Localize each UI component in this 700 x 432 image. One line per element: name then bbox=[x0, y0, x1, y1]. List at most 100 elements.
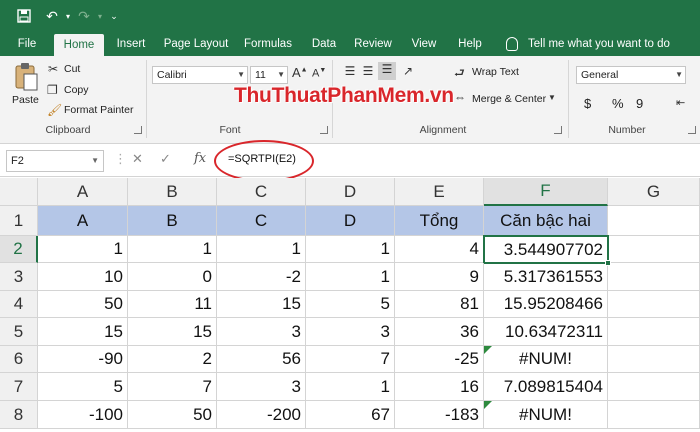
table-cell[interactable]: 0 bbox=[128, 263, 217, 291]
table-cell[interactable]: -25 bbox=[395, 346, 484, 373]
more-options-icon[interactable]: ⋮ bbox=[114, 151, 127, 167]
tab-formulas[interactable]: Formulas bbox=[240, 32, 296, 56]
column-header[interactable]: E bbox=[395, 178, 484, 206]
row-header[interactable]: 4 bbox=[0, 291, 38, 318]
table-cell[interactable]: 56 bbox=[217, 346, 306, 373]
tab-data[interactable]: Data bbox=[306, 32, 342, 56]
table-cell[interactable]: -100 bbox=[38, 401, 128, 429]
save-icon[interactable] bbox=[14, 6, 34, 26]
column-header[interactable]: B bbox=[128, 178, 217, 206]
clipboard-launcher-icon[interactable] bbox=[134, 126, 142, 134]
row-header[interactable]: 8 bbox=[0, 401, 38, 429]
table-cell[interactable]: 11 bbox=[128, 291, 217, 318]
fill-handle[interactable] bbox=[605, 260, 611, 266]
empty-cell[interactable] bbox=[608, 206, 700, 236]
table-cell[interactable]: -200 bbox=[217, 401, 306, 429]
font-launcher-icon[interactable] bbox=[320, 126, 328, 134]
table-cell[interactable]: 7.089815404 bbox=[484, 373, 608, 401]
table-cell[interactable]: 81 bbox=[395, 291, 484, 318]
row-header[interactable]: 1 bbox=[0, 206, 38, 236]
table-header-cell[interactable]: Tổng bbox=[395, 206, 484, 236]
table-cell[interactable]: 5 bbox=[306, 291, 395, 318]
table-cell[interactable]: 1 bbox=[128, 236, 217, 263]
empty-cell[interactable] bbox=[608, 318, 700, 346]
align-top-icon[interactable]: ☰ bbox=[342, 64, 358, 78]
merge-center-button[interactable]: Merge & Center bbox=[472, 93, 546, 105]
currency-button[interactable]: $ bbox=[584, 96, 591, 111]
table-cell[interactable]: 15 bbox=[217, 291, 306, 318]
comma-style-button[interactable]: 9 bbox=[636, 96, 643, 111]
align-middle-icon[interactable]: ☰ bbox=[360, 64, 376, 78]
name-box[interactable]: F2 ▼ bbox=[6, 150, 104, 172]
table-cell[interactable]: 1 bbox=[306, 263, 395, 291]
table-cell[interactable]: 3 bbox=[217, 318, 306, 346]
font-size-select[interactable]: 11 ▼ bbox=[250, 66, 288, 84]
increase-decimal-icon[interactable]: ⇤ bbox=[676, 96, 685, 109]
cut-button[interactable]: Cut bbox=[64, 63, 80, 75]
table-cell[interactable]: 36 bbox=[395, 318, 484, 346]
merge-dropdown-icon[interactable]: ▼ bbox=[548, 93, 556, 102]
cancel-icon[interactable]: ✕ bbox=[132, 151, 143, 167]
increase-font-icon[interactable]: A▲ bbox=[292, 65, 308, 80]
table-cell[interactable]: 50 bbox=[38, 291, 128, 318]
table-cell[interactable]: 4 bbox=[395, 236, 484, 263]
error-cell[interactable]: #NUM! bbox=[484, 346, 608, 373]
tab-help[interactable]: Help bbox=[452, 32, 488, 56]
empty-cell[interactable] bbox=[608, 346, 700, 373]
table-cell[interactable]: 10 bbox=[38, 263, 128, 291]
table-header-cell[interactable]: A bbox=[38, 206, 128, 236]
customize-toolbar-icon[interactable]: ⌄ bbox=[104, 6, 124, 26]
error-indicator-icon[interactable] bbox=[484, 401, 492, 409]
paste-icon[interactable] bbox=[12, 62, 40, 92]
column-header[interactable]: F bbox=[484, 178, 608, 206]
empty-cell[interactable] bbox=[608, 263, 700, 291]
column-header[interactable]: A bbox=[38, 178, 128, 206]
row-header[interactable]: 7 bbox=[0, 373, 38, 401]
tell-me-search[interactable]: Tell me what you want to do bbox=[506, 32, 670, 56]
percent-button[interactable]: % bbox=[612, 96, 624, 111]
table-cell[interactable]: 2 bbox=[128, 346, 217, 373]
table-cell[interactable]: 1 bbox=[38, 236, 128, 263]
table-cell[interactable]: 1 bbox=[217, 236, 306, 263]
row-header[interactable]: 3 bbox=[0, 263, 38, 291]
wrap-text-button[interactable]: Wrap Text bbox=[472, 66, 519, 78]
table-cell[interactable]: 15.95208466 bbox=[484, 291, 608, 318]
row-header[interactable]: 6 bbox=[0, 346, 38, 373]
table-cell[interactable]: 1 bbox=[306, 373, 395, 401]
empty-cell[interactable] bbox=[608, 291, 700, 318]
table-header-cell[interactable]: D bbox=[306, 206, 395, 236]
column-header[interactable]: C bbox=[217, 178, 306, 206]
table-cell[interactable]: 15 bbox=[38, 318, 128, 346]
table-cell[interactable]: 1 bbox=[306, 236, 395, 263]
active-cell-f2[interactable]: 3.544907702 bbox=[483, 235, 609, 264]
alignment-launcher-icon[interactable] bbox=[554, 126, 562, 134]
format-painter-button[interactable]: Format Painter bbox=[64, 104, 133, 116]
table-header-cell[interactable]: B bbox=[128, 206, 217, 236]
worksheet-grid[interactable]: A B C D E F G 1 2 3 4 5 6 7 8 A B C D Tổ… bbox=[0, 178, 700, 432]
table-cell[interactable]: -183 bbox=[395, 401, 484, 429]
table-cell[interactable]: 5.317361553 bbox=[484, 263, 608, 291]
table-cell[interactable]: 7 bbox=[128, 373, 217, 401]
column-header[interactable]: D bbox=[306, 178, 395, 206]
table-cell[interactable]: 16 bbox=[395, 373, 484, 401]
empty-cell[interactable] bbox=[609, 236, 700, 263]
table-cell[interactable]: -2 bbox=[217, 263, 306, 291]
tab-insert[interactable]: Insert bbox=[110, 32, 152, 56]
column-header[interactable]: G bbox=[608, 178, 700, 206]
table-cell[interactable]: 5 bbox=[38, 373, 128, 401]
row-header[interactable]: 5 bbox=[0, 318, 38, 346]
table-cell[interactable]: 15 bbox=[128, 318, 217, 346]
empty-cell[interactable] bbox=[608, 401, 700, 429]
table-cell[interactable]: 3 bbox=[217, 373, 306, 401]
error-indicator-icon[interactable] bbox=[484, 346, 492, 354]
table-cell[interactable]: 9 bbox=[395, 263, 484, 291]
table-header-cell[interactable]: Căn bậc hai bbox=[484, 206, 608, 236]
enter-check-icon[interactable]: ✓ bbox=[160, 151, 171, 167]
table-cell[interactable]: -90 bbox=[38, 346, 128, 373]
align-bottom-icon[interactable]: ☰ bbox=[378, 62, 396, 80]
error-cell[interactable]: #NUM! bbox=[484, 401, 608, 429]
table-header-cell[interactable]: C bbox=[217, 206, 306, 236]
number-format-select[interactable]: General ▼ bbox=[576, 66, 686, 84]
table-cell[interactable]: 67 bbox=[306, 401, 395, 429]
number-launcher-icon[interactable] bbox=[688, 126, 696, 134]
